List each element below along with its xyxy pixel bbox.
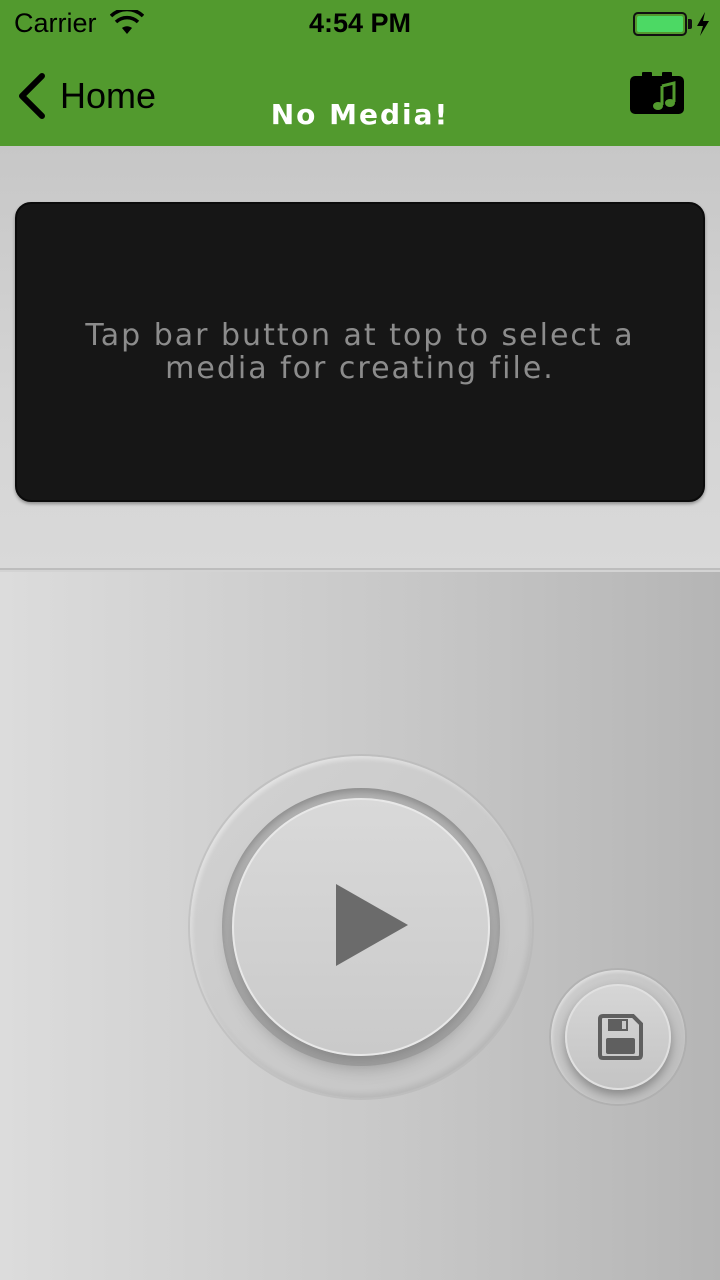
controls-section [0,572,720,1280]
floppy-disk-icon [598,1014,643,1060]
save-button-bezel [551,970,685,1104]
play-icon [336,884,408,966]
battery-nub [688,19,692,29]
empty-media-message: Tap bar button at top to select a media … [85,318,635,386]
charging-bolt-icon [697,12,709,36]
media-section: Tap bar button at top to select a media … [0,146,720,570]
play-button-well [222,788,500,1066]
page-title: No Media! [270,98,450,131]
music-video-icon[interactable] [628,70,686,118]
status-time: 4:54 PM [308,8,412,38]
app-header: Carrier 4:54 PM Home No Media! [0,0,720,146]
status-bar: Carrier 4:54 PM [0,0,720,48]
play-button[interactable] [232,798,490,1056]
navigation-bar: Home No Media! [0,48,720,146]
media-preview-panel: Tap bar button at top to select a media … [15,202,705,502]
battery-icon [633,12,687,36]
save-button[interactable] [565,984,671,1090]
play-button-bezel [190,756,532,1098]
